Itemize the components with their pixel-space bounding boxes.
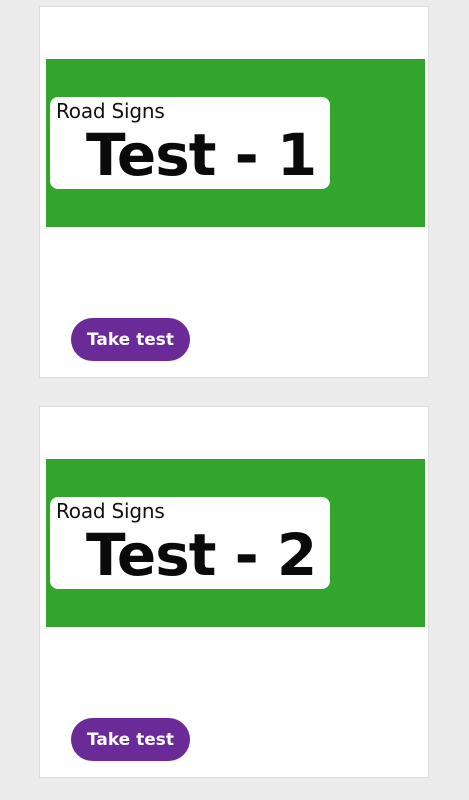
- banner-title: Test - 2: [86, 521, 317, 589]
- test-card: Road Signs Test - 2 Take test: [39, 406, 429, 778]
- banner-subtitle: Road Signs: [56, 99, 165, 123]
- take-test-button[interactable]: Take test: [71, 718, 190, 761]
- banner-subtitle: Road Signs: [56, 499, 165, 523]
- banner-label-box: Road Signs Test - 1: [50, 97, 330, 189]
- banner-label-box: Road Signs Test - 2: [50, 497, 330, 589]
- test-banner-image: Road Signs Test - 1: [46, 59, 425, 227]
- take-test-button[interactable]: Take test: [71, 318, 190, 361]
- test-card: Road Signs Test - 1 Take test: [39, 6, 429, 378]
- test-banner-image: Road Signs Test - 2: [46, 459, 425, 627]
- banner-title: Test - 1: [86, 121, 317, 189]
